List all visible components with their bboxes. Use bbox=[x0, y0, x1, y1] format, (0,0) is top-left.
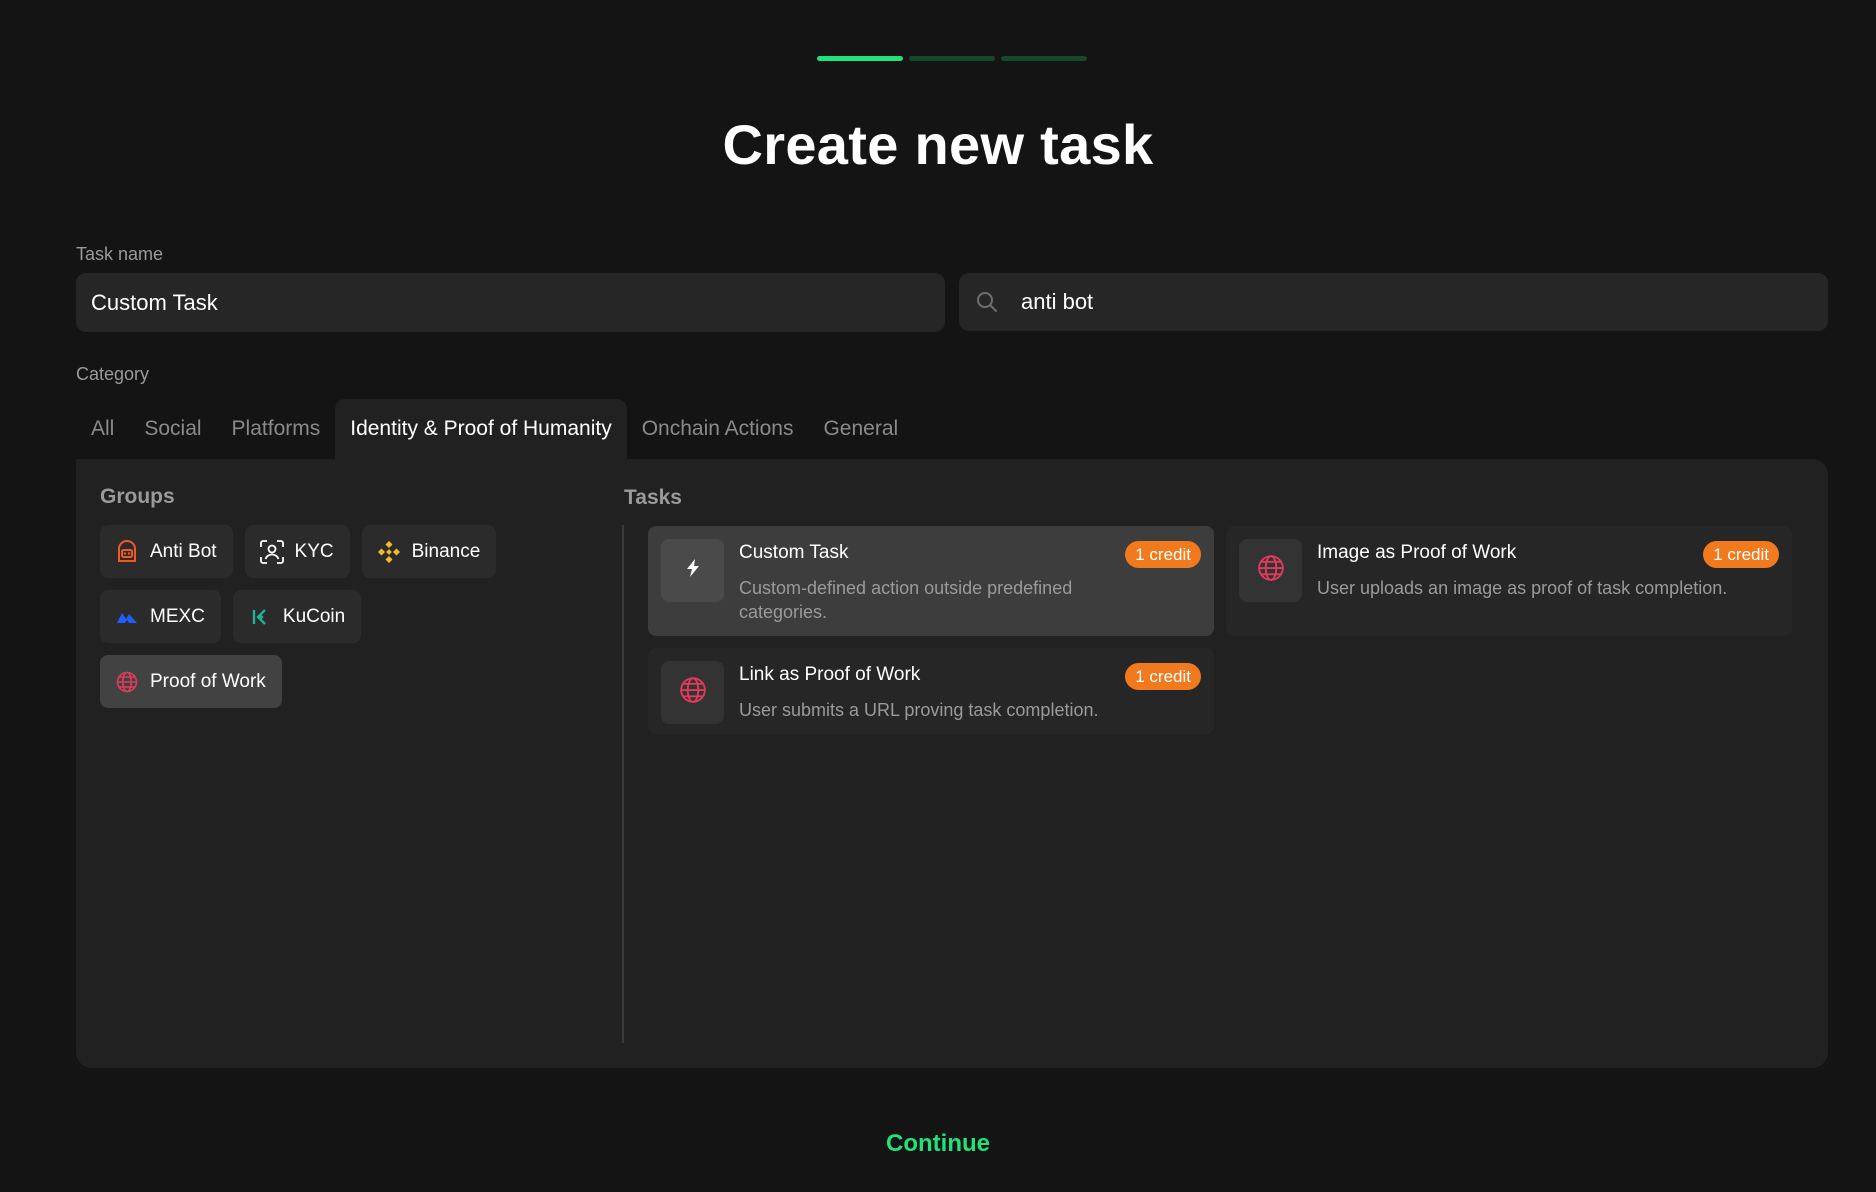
tab-platforms[interactable]: Platforms bbox=[217, 399, 336, 459]
search-icon bbox=[973, 288, 1001, 316]
group-label: Anti Bot bbox=[150, 540, 217, 562]
group-binance[interactable]: Binance bbox=[361, 525, 497, 578]
task-icon-box bbox=[661, 539, 724, 602]
task-card-link-proof-of-work[interactable]: Link as Proof of Work 1 credit User subm… bbox=[648, 648, 1214, 734]
search-input[interactable] bbox=[1021, 289, 1801, 315]
globe-icon bbox=[678, 675, 708, 710]
tab-social[interactable]: Social bbox=[129, 399, 216, 459]
binance-icon bbox=[376, 539, 402, 565]
group-label: MEXC bbox=[150, 605, 205, 627]
kucoin-icon bbox=[247, 604, 273, 630]
category-label: Category bbox=[76, 364, 150, 384]
task-description: User uploads an image as proof of task c… bbox=[1317, 578, 1728, 598]
credit-badge: 1 credit bbox=[1125, 541, 1201, 568]
task-description: Custom-defined action outside predefined… bbox=[739, 578, 1073, 622]
continue-button[interactable]: Continue bbox=[0, 1130, 1876, 1158]
group-mexc[interactable]: MEXC bbox=[100, 590, 221, 643]
robot-icon bbox=[114, 539, 140, 565]
task-name: Image as Proof of Work bbox=[1317, 542, 1517, 563]
group-label: KYC bbox=[294, 540, 334, 562]
globe-icon bbox=[114, 669, 140, 695]
progress-step-2 bbox=[909, 56, 995, 61]
category-panel: Groups Anti Bot KYC Binance MEXC KuCoin … bbox=[76, 459, 1828, 1068]
group-kucoin[interactable]: KuCoin bbox=[232, 590, 362, 643]
search-box[interactable] bbox=[959, 273, 1828, 331]
group-label: KuCoin bbox=[282, 605, 346, 627]
task-icon-box bbox=[1239, 539, 1302, 602]
panel-divider bbox=[622, 525, 624, 1043]
group-label: Binance bbox=[411, 540, 481, 562]
progress-step-3 bbox=[1001, 56, 1087, 61]
task-description: User submits a URL proving task completi… bbox=[739, 700, 1099, 720]
progress-step-1 bbox=[817, 56, 903, 61]
group-proof-of-work[interactable]: Proof of Work bbox=[100, 655, 282, 708]
task-icon-box bbox=[661, 661, 724, 724]
tab-identity-proof-of-humanity[interactable]: Identity & Proof of Humanity bbox=[335, 399, 627, 459]
groups-list: Anti Bot KYC Binance MEXC KuCoin Proof o… bbox=[100, 525, 540, 708]
task-card-custom-task[interactable]: Custom Task 1 credit Custom-defined acti… bbox=[648, 526, 1214, 636]
task-card-image-proof-of-work[interactable]: Image as Proof of Work 1 credit User upl… bbox=[1226, 526, 1792, 636]
tasks-title: Tasks bbox=[624, 486, 682, 509]
groups-title: Groups bbox=[100, 485, 175, 508]
task-name-input[interactable] bbox=[76, 273, 945, 332]
group-anti-bot[interactable]: Anti Bot bbox=[100, 525, 233, 578]
lightning-icon bbox=[684, 558, 702, 583]
face-scan-icon bbox=[259, 539, 285, 565]
globe-icon bbox=[1256, 553, 1286, 588]
mexc-icon bbox=[114, 604, 140, 630]
tab-all[interactable]: All bbox=[76, 399, 129, 459]
tab-onchain-actions[interactable]: Onchain Actions bbox=[627, 399, 809, 459]
group-label: Proof of Work bbox=[150, 670, 266, 692]
task-name: Custom Task bbox=[739, 542, 849, 563]
tab-general[interactable]: General bbox=[808, 399, 913, 459]
progress-indicator bbox=[817, 56, 1087, 61]
category-tabs: All Social Platforms Identity & Proof of… bbox=[76, 399, 913, 459]
group-kyc[interactable]: KYC bbox=[244, 525, 350, 578]
credit-badge: 1 credit bbox=[1703, 541, 1779, 568]
task-name: Link as Proof of Work bbox=[739, 664, 921, 685]
page-title: Create new task bbox=[722, 113, 1154, 176]
credit-badge: 1 credit bbox=[1125, 663, 1201, 690]
task-name-label: Task name bbox=[76, 244, 164, 264]
